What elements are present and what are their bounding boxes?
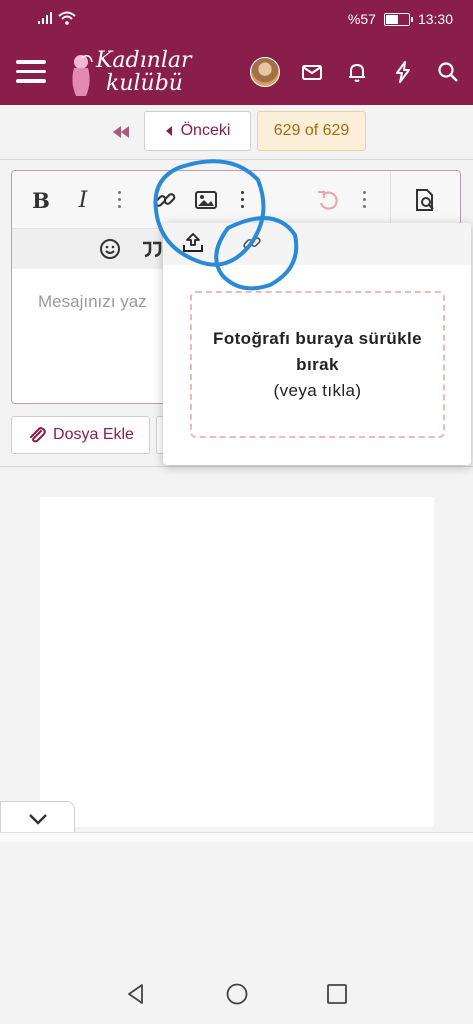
more-insert-icon[interactable] xyxy=(240,191,246,211)
divider xyxy=(0,159,473,160)
message-input-placeholder: Mesajınızı yaz xyxy=(38,292,147,311)
caret-left-icon xyxy=(165,126,172,136)
image-drop-zone[interactable]: Fotoğrafı buraya sürükle bırak (veya tık… xyxy=(190,291,445,438)
home-icon[interactable] xyxy=(225,982,249,1006)
bottom-banner-edge xyxy=(0,832,473,842)
logo-text-bottom: kulübü xyxy=(106,71,183,96)
site-logo[interactable]: Kadınlar kulübü xyxy=(62,46,202,101)
wifi-icon xyxy=(58,11,76,25)
avatar[interactable] xyxy=(250,57,280,87)
mail-icon[interactable] xyxy=(300,60,324,84)
previous-page-button[interactable]: Önceki xyxy=(144,111,251,151)
bottom-area xyxy=(0,842,473,964)
undo-icon[interactable] xyxy=(315,187,341,213)
drop-instruction: Fotoğrafı buraya sürükle xyxy=(213,328,422,348)
logo-mark xyxy=(72,55,93,96)
ad-placeholder xyxy=(40,497,434,827)
drop-instruction-cont: bırak xyxy=(296,354,339,374)
first-page-icon[interactable] xyxy=(107,118,135,146)
page-count-badge[interactable]: 629 of 629 xyxy=(257,111,366,151)
more-format-icon[interactable] xyxy=(117,191,123,211)
editor-toolbar: B I xyxy=(12,171,460,229)
link-icon[interactable] xyxy=(152,187,178,213)
italic-icon[interactable]: I xyxy=(70,187,96,213)
status-bar: %57 13:30 xyxy=(0,0,473,40)
back-icon[interactable] xyxy=(124,982,148,1006)
emoji-icon[interactable] xyxy=(97,236,123,262)
divider xyxy=(0,466,473,467)
link-icon[interactable] xyxy=(241,232,263,254)
search-icon[interactable] xyxy=(436,60,460,84)
battery-percent: %57 xyxy=(347,11,376,27)
chevron-down-icon xyxy=(29,814,47,825)
upload-icon[interactable] xyxy=(181,231,205,255)
preview-icon[interactable] xyxy=(412,187,438,213)
app-header: Kadınlar kulübü xyxy=(0,40,473,105)
logo-text-top: Kadınlar xyxy=(96,48,192,73)
battery-icon xyxy=(383,12,413,26)
popup-tabs xyxy=(163,223,471,265)
pagination: Önceki 629 of 629 xyxy=(0,110,473,152)
menu-icon[interactable] xyxy=(16,60,46,84)
collapse-tab[interactable] xyxy=(0,801,75,833)
bell-icon[interactable] xyxy=(345,60,369,84)
signal-icon xyxy=(38,12,52,24)
lightning-icon[interactable] xyxy=(391,60,415,84)
clock: 13:30 xyxy=(417,11,453,27)
quote-icon[interactable] xyxy=(139,236,165,262)
page-count-text: 629 of 629 xyxy=(273,122,350,139)
previous-label: Önceki xyxy=(180,122,231,139)
more-options-icon[interactable] xyxy=(362,191,368,211)
attach-file-label: Dosya Ekle xyxy=(53,426,134,443)
recents-icon[interactable] xyxy=(325,982,349,1006)
attach-file-button[interactable]: Dosya Ekle xyxy=(11,416,150,454)
bold-icon[interactable]: B xyxy=(28,187,54,213)
paperclip-icon xyxy=(30,427,46,443)
system-nav-bar xyxy=(0,964,473,1024)
image-insert-popup: Fotoğrafı buraya sürükle bırak (veya tık… xyxy=(163,223,471,465)
drop-click-hint: (veya tıkla) xyxy=(273,380,362,400)
image-icon[interactable] xyxy=(193,187,219,213)
